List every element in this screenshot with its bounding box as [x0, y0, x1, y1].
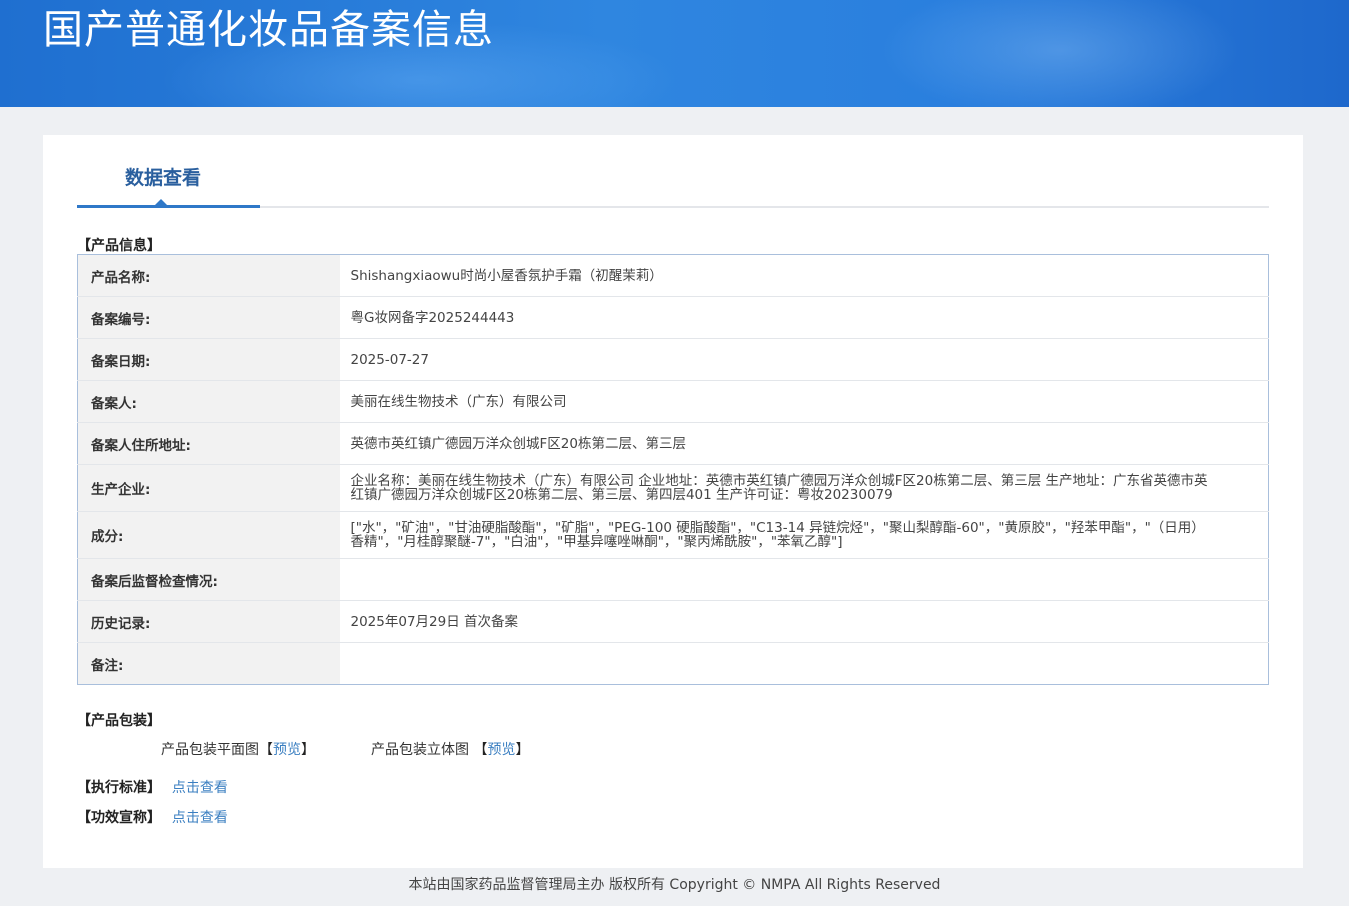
- row-value: Shishangxiaowu时尚小屋香氛护手霜（初醒茉莉）: [350, 267, 663, 284]
- row-value: 企业名称：美丽在线生物技术（广东）有限公司 企业地址：英德市英红镇广德园万洋众创…: [350, 473, 1208, 503]
- bracket-open: 【: [259, 742, 273, 758]
- row-value: ["水"，"矿油"，"甘油硬脂酸酯"，"矿脂"，"PEG-100 硬脂酸酯"，"…: [350, 520, 1205, 550]
- tab-bar: 数据查看: [77, 135, 1269, 208]
- table-row: 备案人住所地址: 英德市英红镇广德园万洋众创城F区20栋第二层、第三层: [77, 422, 1269, 465]
- section-title-packaging: 【产品包装】: [77, 713, 161, 729]
- row-label: 备案编号:: [77, 296, 340, 339]
- table-row: 成分: ["水"，"矿油"，"甘油硬脂酸酯"，"矿脂"，"PEG-100 硬脂酸…: [77, 511, 1269, 559]
- product-info-table: 产品名称: Shishangxiaowu时尚小屋香氛护手霜（初醒茉莉） 备案编号…: [77, 254, 1269, 685]
- content-card: 数据查看 【产品信息】 产品名称: Shishangxiaowu时尚小屋香氛护手…: [43, 135, 1303, 868]
- packaging-flat-label: 产品包装平面图: [161, 742, 259, 758]
- bracket-open: 【: [473, 742, 488, 758]
- section-title-standard: 【执行标准】 点击查看: [77, 777, 228, 797]
- bracket-close: 】: [515, 742, 530, 758]
- packaging-solid-label: 产品包装立体图: [371, 742, 469, 758]
- row-label: 备案日期:: [77, 338, 340, 381]
- packaging-solid-preview-link[interactable]: 预览: [487, 742, 515, 758]
- row-value: [340, 643, 1269, 685]
- packaging-solid: 产品包装立体图 【预览】: [371, 739, 529, 759]
- table-row: 备案日期: 2025-07-27: [77, 338, 1269, 381]
- tab-label: 数据查看: [125, 167, 202, 189]
- row-value: 2025年07月29日 首次备案: [350, 613, 519, 630]
- standard-label: 【执行标准】: [77, 780, 161, 796]
- row-value: 英德市英红镇广德园万洋众创城F区20栋第二层、第三层: [350, 435, 686, 452]
- row-label: 成分:: [77, 511, 340, 559]
- section-title-product-info: 【产品信息】: [77, 238, 161, 254]
- table-row: 历史记录: 2025年07月29日 首次备案: [77, 600, 1269, 643]
- banner-decoration: [880, 0, 1240, 107]
- row-value: [340, 559, 1269, 601]
- standard-view-link[interactable]: 点击查看: [172, 780, 228, 796]
- row-label: 产品名称:: [77, 254, 340, 297]
- efficacy-label: 【功效宣称】: [77, 810, 161, 826]
- table-row: 备案编号: 粤G妆网备字2025244443: [77, 296, 1269, 339]
- page-title: 国产普通化妆品备案信息: [43, 7, 494, 53]
- section-title-efficacy: 【功效宣称】 点击查看: [77, 807, 228, 827]
- row-value: 2025-07-27: [350, 351, 429, 368]
- row-label: 备案人住所地址:: [77, 422, 340, 465]
- row-label: 备案后监督检查情况:: [77, 558, 340, 601]
- table-row: 备注:: [77, 642, 1269, 685]
- row-label: 备注:: [77, 642, 340, 685]
- table-row: 备案后监督检查情况:: [77, 558, 1269, 601]
- table-row: 生产企业: 企业名称：美丽在线生物技术（广东）有限公司 企业地址：英德市英红镇广…: [77, 464, 1269, 512]
- table-row: 产品名称: Shishangxiaowu时尚小屋香氛护手霜（初醒茉莉）: [77, 254, 1269, 297]
- table-row: 备案人: 美丽在线生物技术（广东）有限公司: [77, 380, 1269, 423]
- tab-caret-icon: [155, 199, 167, 205]
- header-banner: 国产普通化妆品备案信息: [0, 0, 1349, 107]
- row-value: 美丽在线生物技术（广东）有限公司: [350, 393, 567, 410]
- packaging-flat: 产品包装平面图【预览】: [161, 739, 315, 759]
- row-label: 备案人:: [77, 380, 340, 423]
- row-value: 粤G妆网备字2025244443: [350, 309, 515, 326]
- tab-data-view[interactable]: 数据查看: [77, 135, 260, 208]
- bracket-close: 】: [301, 742, 315, 758]
- row-label: 历史记录:: [77, 600, 340, 643]
- row-label: 生产企业:: [77, 464, 340, 512]
- efficacy-view-link[interactable]: 点击查看: [172, 810, 228, 826]
- footer-copyright: 本站由国家药品监督管理局主办 版权所有 Copyright © NMPA All…: [408, 877, 941, 893]
- packaging-flat-preview-link[interactable]: 预览: [273, 742, 301, 758]
